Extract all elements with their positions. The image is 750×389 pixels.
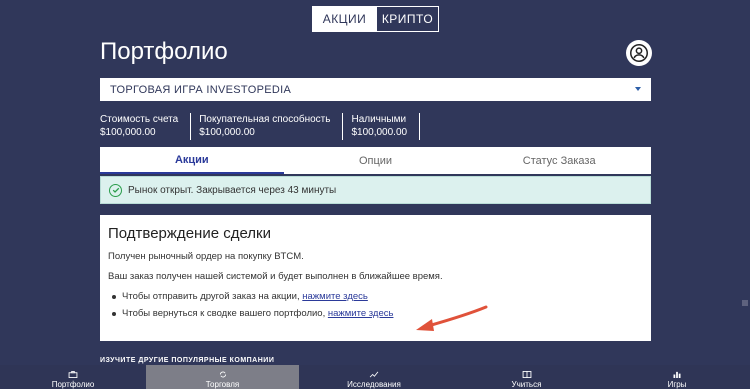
page-title: Портфолио (100, 38, 228, 65)
market-status-alert: Рынок открыт. Закрывается через 43 минут… (100, 176, 651, 204)
nav-label: Игры (667, 380, 687, 389)
refresh-icon (219, 371, 226, 378)
trade-confirmation-card: Подтверждение сделки Получен рыночный ор… (100, 215, 651, 341)
bar-chart-icon (673, 371, 681, 378)
nav-label: Торговля (205, 380, 240, 389)
stat-label: Стоимость счета (100, 114, 179, 125)
stat-label: Наличными (351, 114, 407, 125)
nav-portfolio[interactable]: Портфолио (0, 365, 146, 389)
crypto-toggle-button[interactable]: КРИПТО (376, 7, 438, 31)
user-avatar-button[interactable] (626, 40, 652, 66)
account-stats: Стоимость счета $100,000.00 Покупательна… (100, 113, 428, 140)
bullet-text: Чтобы вернуться к сводке вашего портфоли… (122, 308, 328, 319)
briefcase-icon (68, 371, 78, 378)
stat-account-value: Стоимость счета $100,000.00 (100, 113, 192, 140)
market-status-text: Рынок открыт. Закрывается через 43 минут… (128, 184, 337, 196)
popular-companies-heading: ИЗУЧИТЕ ДРУГИЕ ПОПУЛЯРНЫЕ КОМПАНИИ (100, 357, 275, 364)
confirmation-title: Подтверждение сделки (108, 225, 271, 242)
stat-value: $100,000.00 (199, 127, 255, 138)
nav-research[interactable]: Исследования (299, 365, 449, 389)
confirmation-order-text: Получен рыночный ордер на покупку BTCM. (108, 251, 304, 262)
bullet-text: Чтобы отправить другой заказ на акции, (122, 291, 303, 302)
book-icon (522, 371, 531, 378)
nav-label: Исследования (347, 380, 401, 389)
stat-cash: Наличными $100,000.00 (351, 113, 421, 140)
nav-label: Учиться (511, 380, 542, 389)
chevron-down-icon (635, 87, 641, 91)
bottom-nav: Портфолио Торговля Исследования Учиться … (0, 365, 750, 389)
stat-label: Покупательная способность (199, 114, 331, 125)
confirmation-links: Чтобы отправить другой заказ на акции, н… (108, 291, 643, 319)
scroll-icon[interactable] (742, 300, 748, 306)
chart-line-icon (369, 371, 379, 378)
asset-toggle: АКЦИИ КРИПТО (312, 6, 439, 32)
tab-stocks[interactable]: Акции (100, 147, 284, 174)
check-circle-icon (109, 183, 122, 197)
game-select[interactable]: ТОРГОВАЯ ИГРА INVESTOPEDIA (100, 78, 651, 101)
nav-label: Портфолио (51, 380, 95, 389)
tab-options[interactable]: Опции (284, 147, 468, 174)
stocks-toggle-button[interactable]: АКЦИИ (313, 7, 376, 31)
user-icon (630, 44, 648, 62)
nav-games[interactable]: Игры (604, 365, 750, 389)
tab-order-status[interactable]: Статус Заказа (467, 147, 651, 174)
new-order-link[interactable]: нажмите здесь (302, 291, 368, 302)
list-item: Чтобы отправить другой заказ на акции, н… (108, 291, 643, 302)
portfolio-summary-link[interactable]: нажмите здесь (328, 308, 394, 319)
nav-learn[interactable]: Учиться (449, 365, 604, 389)
stat-buying-power: Покупательная способность $100,000.00 (199, 113, 344, 140)
portfolio-tabs: Акции Опции Статус Заказа (100, 147, 651, 174)
list-item: Чтобы вернуться к сводке вашего портфоли… (108, 308, 643, 319)
stat-value: $100,000.00 (351, 127, 408, 138)
game-select-value: ТОРГОВАЯ ИГРА INVESTOPEDIA (110, 83, 292, 96)
stat-value: $100,000.00 (100, 127, 156, 138)
red-arrow-annotation (416, 305, 488, 331)
confirmation-status-text: Ваш заказ получен нашей системой и будет… (108, 271, 443, 282)
nav-trade[interactable]: Торговля (146, 365, 299, 389)
